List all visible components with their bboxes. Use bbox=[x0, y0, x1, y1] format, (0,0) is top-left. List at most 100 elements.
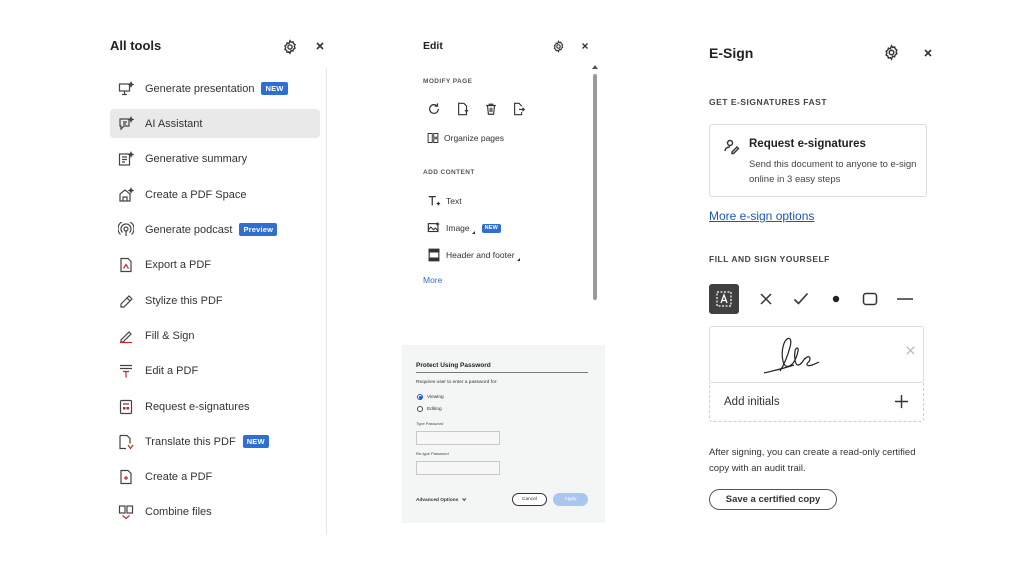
tool-generative-summary[interactable]: Generative summary bbox=[110, 144, 320, 173]
advanced-options-toggle[interactable]: Advanced Options bbox=[416, 496, 467, 503]
dropdown-corner-icon bbox=[471, 230, 475, 234]
fill-sign-icon bbox=[120, 330, 132, 343]
all-tools-panel: All tools Generate presentation NEW AI A… bbox=[108, 30, 330, 535]
type-password-label: Type Password bbox=[416, 421, 444, 426]
request-esignatures-card[interactable]: Request e-signatures Send this document … bbox=[709, 124, 927, 197]
dropdown-corner-icon bbox=[516, 257, 520, 261]
more-link[interactable]: More bbox=[423, 275, 442, 285]
tool-label: Generate presentation bbox=[145, 82, 255, 95]
signature-box[interactable] bbox=[709, 326, 924, 383]
plus-icon bbox=[894, 394, 909, 409]
advanced-options-label: Advanced Options bbox=[416, 498, 459, 503]
cross-mark-icon bbox=[760, 293, 772, 305]
tool-create-pdf[interactable]: Create a PDF bbox=[110, 462, 320, 491]
line-tool[interactable] bbox=[890, 284, 920, 314]
check-mark-tool[interactable] bbox=[786, 284, 816, 314]
new-badge: NEW bbox=[481, 223, 502, 233]
retype-password-input[interactable] bbox=[416, 461, 500, 475]
tool-request-esignatures[interactable]: Request e-signatures bbox=[110, 392, 320, 421]
summary-sparkle-icon bbox=[118, 150, 134, 166]
tool-label: AI Assistant bbox=[145, 117, 203, 130]
close-icon[interactable] bbox=[314, 40, 326, 52]
request-esignatures-description: Send this document to anyone to e-sign o… bbox=[749, 159, 917, 185]
header-footer-label: Header and footer bbox=[446, 250, 515, 260]
rectangle-icon bbox=[862, 292, 878, 306]
protect-dialog-title: Protect Using Password bbox=[416, 362, 491, 369]
tool-label: Stylize this PDF bbox=[145, 294, 223, 307]
scrollbar-thumb[interactable] bbox=[593, 74, 597, 300]
tool-label: Translate this PDF bbox=[145, 435, 236, 448]
pdf-space-icon bbox=[119, 186, 134, 202]
modify-page-heading: MODIFY PAGE bbox=[423, 78, 473, 85]
edit-pdf-icon bbox=[120, 364, 132, 377]
cross-mark-tool[interactable] bbox=[751, 284, 781, 314]
clear-signature-icon[interactable] bbox=[905, 345, 916, 356]
tool-combine-files[interactable]: Combine files bbox=[110, 497, 320, 526]
rectangle-tool[interactable] bbox=[855, 284, 885, 314]
add-image-button[interactable]: Image NEW bbox=[427, 220, 502, 236]
title-underline bbox=[416, 372, 588, 373]
add-content-heading: ADD CONTENT bbox=[423, 169, 475, 176]
radio-editing-label: Editing bbox=[427, 406, 442, 412]
organize-pages-button[interactable]: Organize pages bbox=[427, 130, 504, 146]
create-pdf-icon bbox=[120, 469, 132, 484]
stylize-icon bbox=[120, 294, 133, 308]
apply-button[interactable]: Apply bbox=[553, 493, 588, 506]
cancel-button[interactable]: Cancel bbox=[512, 493, 547, 506]
radio-viewing[interactable]: Viewing bbox=[417, 394, 444, 400]
tool-create-pdf-space[interactable]: Create a PDF Space bbox=[110, 180, 320, 209]
delete-icon[interactable] bbox=[484, 102, 500, 118]
tool-label: Create a PDF bbox=[145, 470, 213, 483]
header-footer-icon bbox=[428, 248, 440, 262]
tool-fill-sign[interactable]: Fill & Sign bbox=[110, 321, 320, 350]
text-label: Text bbox=[446, 196, 462, 206]
radio-editing[interactable]: Editing bbox=[417, 406, 442, 412]
check-mark-icon bbox=[793, 292, 809, 305]
scroll-up-arrow-icon[interactable] bbox=[592, 65, 598, 69]
tool-generate-podcast[interactable]: Generate podcast Preview bbox=[110, 215, 320, 244]
dot-icon bbox=[832, 295, 840, 303]
tool-label: Combine files bbox=[145, 505, 212, 518]
tool-generate-presentation[interactable]: Generate presentation NEW bbox=[110, 74, 320, 103]
request-esign-icon bbox=[119, 399, 133, 414]
save-certified-copy-button[interactable]: Save a certified copy bbox=[709, 489, 837, 510]
tool-export-pdf[interactable]: Export a PDF bbox=[110, 250, 320, 279]
export-pdf-icon bbox=[120, 257, 132, 272]
edit-panel: Edit MODIFY PAGE Organize pages ADD CONT… bbox=[415, 30, 605, 302]
image-tool-icon bbox=[427, 222, 440, 233]
gear-icon[interactable] bbox=[552, 40, 565, 53]
gear-icon[interactable] bbox=[883, 44, 900, 61]
combine-files-icon bbox=[118, 504, 134, 519]
after-signing-text: After signing, you can create a read-onl… bbox=[709, 447, 916, 474]
text-field-tool[interactable] bbox=[709, 284, 739, 314]
radio-button-selected[interactable] bbox=[417, 394, 423, 400]
insert-page-icon[interactable] bbox=[456, 102, 472, 118]
close-icon[interactable] bbox=[580, 41, 590, 51]
add-initials-label: Add initials bbox=[724, 396, 780, 408]
add-initials-button[interactable]: Add initials bbox=[709, 383, 924, 422]
requires-password-text: Requires user to enter a password for: bbox=[416, 380, 498, 385]
protect-password-dialog: Protect Using Password Requires user to … bbox=[402, 345, 605, 523]
header-footer-button[interactable]: Header and footer bbox=[427, 247, 520, 263]
request-esignatures-title: Request e-signatures bbox=[749, 138, 866, 150]
tool-translate-pdf[interactable]: Translate this PDF NEW bbox=[110, 427, 320, 456]
dot-tool[interactable] bbox=[821, 284, 851, 314]
tool-label: Generate podcast bbox=[145, 223, 233, 236]
gear-icon[interactable] bbox=[282, 39, 298, 55]
more-esign-options-link[interactable]: More e-sign options bbox=[709, 209, 814, 223]
radio-button[interactable] bbox=[417, 406, 423, 412]
esign-title: E-Sign bbox=[709, 45, 754, 61]
extract-page-icon[interactable] bbox=[512, 102, 528, 118]
tool-edit-pdf[interactable]: Edit a PDF bbox=[110, 356, 320, 385]
organize-pages-icon bbox=[427, 133, 439, 143]
rotate-icon[interactable] bbox=[427, 102, 443, 118]
tool-ai-assistant[interactable]: AI Assistant bbox=[110, 109, 320, 138]
close-icon[interactable] bbox=[922, 47, 934, 59]
text-field-icon bbox=[716, 291, 732, 307]
add-text-button[interactable]: Text bbox=[427, 193, 462, 209]
type-password-input[interactable] bbox=[416, 431, 500, 445]
esign-panel: E-Sign GET E-SIGNATURES FAST Request e-s… bbox=[700, 30, 940, 520]
retype-password-label: Re-type Password bbox=[416, 451, 449, 456]
tool-label: Generative summary bbox=[145, 152, 248, 165]
tool-stylize-pdf[interactable]: Stylize this PDF bbox=[110, 286, 320, 315]
